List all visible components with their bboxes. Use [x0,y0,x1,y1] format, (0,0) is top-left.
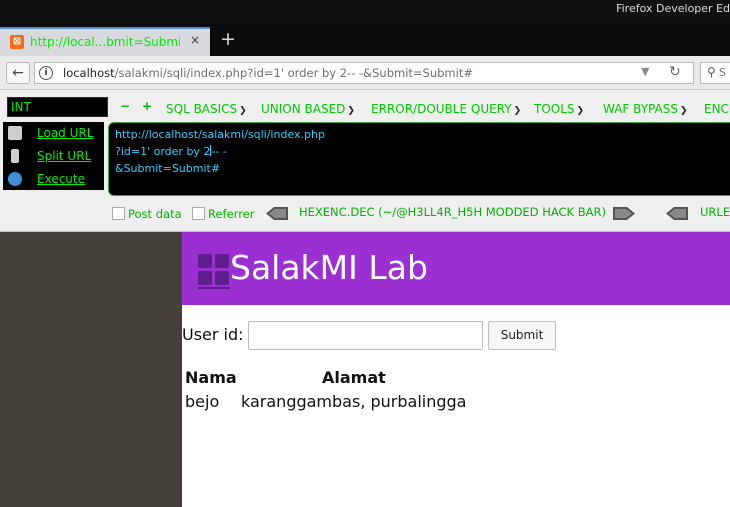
chevron-down-icon: ❯ [679,106,688,116]
query-line: http://localhost/salakmi/sqli/index.php [115,128,325,141]
chevron-down-icon: ❯ [576,106,585,116]
hackbar-options: Post data Referrer HEXENC.DEC (~/@H3LL4R… [0,204,730,224]
page-title: SalakMI Lab [230,248,428,287]
execute-icon [8,172,22,186]
menu-tools[interactable]: TOOLS ❯ [534,102,584,116]
chevron-down-icon: ❯ [239,106,247,116]
userid-form: User id: Submit [182,320,730,352]
referrer-label: Referrer [208,207,255,221]
browser-tab[interactable]: ⊠ http://local...bmit=Submit# × [0,27,210,56]
query-line: &Submit=Submit# [115,162,221,175]
tab-title: http://local...bmit=Submit# [30,35,180,49]
window-title: Firefox Developer Ed [616,2,730,15]
site-info-icon[interactable]: i [39,66,53,80]
hackbar-menubar: INT − + SQL BASICS ❯ UNION BASED ❯ ERROR/D… [0,94,730,118]
menu-error-double-query[interactable]: ERROR/DOUBLE QUERY ❯ [371,102,521,116]
search-box[interactable]: ⚲ S [700,62,730,84]
back-arrow-icon[interactable]: ← [6,62,30,84]
query-textarea[interactable]: http://localhost/salakmi/sqli/index.php … [108,122,730,196]
submit-button[interactable]: Submit [488,321,556,350]
menu-sql-basics[interactable]: SQL BASICS ❯ [166,102,247,116]
hexenc-label[interactable]: HEXENC.DEC (~/@H3LL4R_H5H MODDED HACK BA… [299,205,606,219]
close-tab-icon[interactable]: × [190,33,200,47]
load-url-button[interactable]: Load URL [3,122,104,144]
reload-icon[interactable]: ↻ [669,64,681,80]
url-bar[interactable]: i localhost/salakmi/sqli/index.php?id=1'… [34,62,694,84]
lab-header: SalakMI Lab [182,232,730,305]
url-text[interactable]: localhost/salakmi/sqli/index.php?id=1' o… [63,66,473,80]
chevron-down-icon: ❯ [347,106,355,116]
menu-union-based[interactable]: UNION BASED ❯ [261,102,355,116]
arrow-left-icon[interactable] [266,207,288,220]
url-encode-label[interactable]: URLE [700,205,730,219]
grid-logo-icon [198,254,230,289]
post-data-label: Post data [128,207,182,221]
referrer-checkbox[interactable] [192,207,205,220]
load-url-icon [8,126,22,140]
xampp-icon: ⊠ [10,35,24,49]
page-sidebar [0,232,182,507]
increment-icon[interactable]: + [142,100,152,112]
split-url-icon [11,149,19,163]
url-dropdown-icon[interactable]: ▼ [641,65,649,78]
userid-label: User id: [182,325,244,344]
header-nama: Nama [185,368,237,387]
arrow-left-icon[interactable] [666,207,688,220]
decrement-icon[interactable]: − [120,100,130,112]
tab-strip: ⊠ http://local...bmit=Submit# × + [0,24,730,56]
cell-nama: bejo [185,392,220,411]
post-data-checkbox[interactable] [112,207,125,220]
window-titlebar: Firefox Developer Ed [0,0,730,24]
query-line: ?id=1' order by 2-- - [115,145,227,158]
hackbar-actions: Load URL Split URL Execute [3,122,104,190]
arrow-right-icon[interactable] [613,207,635,220]
chevron-down-icon: ❯ [513,106,522,116]
menu-encoding[interactable]: ENCO [704,102,730,116]
menu-waf-bypass[interactable]: WAF BYPASS ❯ [603,102,688,116]
new-tab-icon[interactable]: + [218,29,238,49]
userid-input[interactable] [248,321,483,350]
header-alamat: Alamat [322,368,386,387]
cell-alamat: karanggambas, purbalingga [241,392,467,411]
execute-button[interactable]: Execute [3,168,104,190]
navigation-bar: ← i localhost/salakmi/sqli/index.php?id=… [0,56,730,90]
hackbar-panel: INT − + SQL BASICS ❯ UNION BASED ❯ ERROR/D… [0,90,730,233]
split-url-button[interactable]: Split URL [3,145,104,167]
search-icon: ⚲ [707,65,716,79]
encoding-select[interactable]: INT [7,97,108,117]
search-placeholder: S [719,66,726,79]
